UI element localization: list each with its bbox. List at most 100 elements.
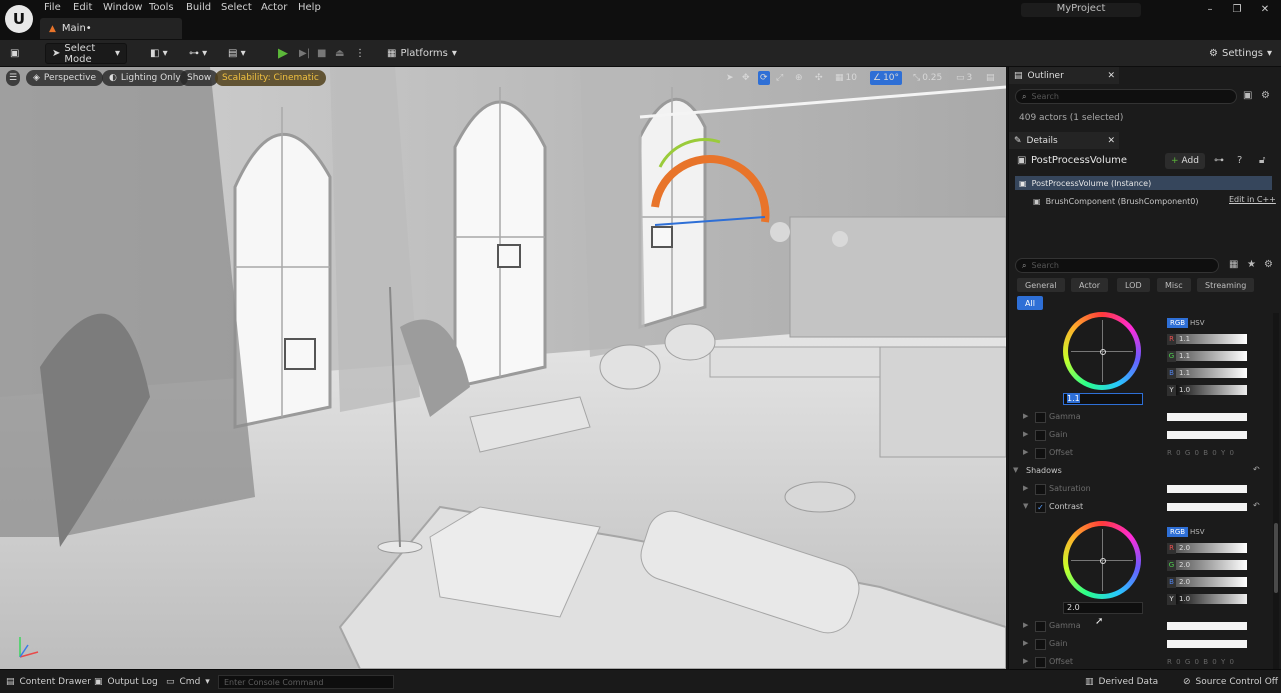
minimize-icon[interactable]: – bbox=[1203, 4, 1217, 16]
property-row-offset[interactable]: ▶ Offset R 0 G 0 B 0 Y 0 bbox=[1009, 654, 1269, 669]
tab-main[interactable]: ▲ Main• bbox=[40, 18, 182, 39]
property-row-gamma[interactable]: ▶ Gamma bbox=[1009, 409, 1269, 426]
override-checkbox[interactable] bbox=[1035, 657, 1046, 668]
color-value-input[interactable]: 1.1 bbox=[1063, 393, 1143, 405]
level-viewport[interactable]: ☰ ◈ Perspective ◐ Lighting Only Show Sca… bbox=[0, 67, 1006, 669]
output-log-button[interactable]: ▣ Output Log bbox=[94, 675, 158, 689]
outliner-search-input[interactable]: ⌕ Search bbox=[1015, 89, 1237, 104]
menu-select[interactable]: Select bbox=[221, 2, 252, 16]
channel-r[interactable]: R 2.0 bbox=[1167, 542, 1247, 554]
property-row-offset[interactable]: ▶ Offset R 0 G 0 B 0 Y 0 bbox=[1009, 445, 1269, 462]
menu-window[interactable]: Window bbox=[103, 2, 142, 16]
channel-y[interactable]: Y 1.0 bbox=[1167, 384, 1247, 396]
surface-snap-icon[interactable]: ✣ bbox=[815, 71, 823, 85]
source-control-button[interactable]: ⊘ Source Control Off bbox=[1183, 675, 1278, 689]
color-swatch[interactable] bbox=[1167, 622, 1247, 630]
channel-g[interactable]: G 2.0 bbox=[1167, 559, 1247, 571]
folder-icon[interactable]: ▣ bbox=[1243, 90, 1252, 101]
tab-streaming[interactable]: Streaming bbox=[1197, 278, 1255, 292]
rgb-mode-toggle[interactable]: RGB bbox=[1167, 527, 1189, 537]
scalability-badge[interactable]: Scalability: Cinematic bbox=[215, 70, 326, 86]
save-icon[interactable]: ▣ bbox=[4, 43, 25, 64]
blueprint-icon[interactable]: ⊶ bbox=[1214, 155, 1224, 166]
color-wheel[interactable] bbox=[1063, 521, 1141, 599]
camera-speed-button[interactable]: ▭ 3 bbox=[956, 71, 972, 85]
lock-icon[interactable]: 🔓︎ bbox=[1259, 155, 1265, 166]
color-swatch[interactable] bbox=[1167, 485, 1247, 493]
hsv-mode-toggle[interactable]: HSV bbox=[1190, 319, 1205, 327]
gear-icon[interactable]: ⚙ bbox=[1261, 90, 1270, 101]
override-checkbox[interactable] bbox=[1035, 430, 1046, 441]
perspective-button[interactable]: ◈ Perspective bbox=[26, 70, 104, 86]
channel-b[interactable]: B 2.0 bbox=[1167, 576, 1247, 588]
viewport-menu-icon[interactable]: ☰ bbox=[6, 70, 20, 86]
details-scrollbar[interactable] bbox=[1273, 313, 1279, 669]
view-mode-button[interactable]: ◐ Lighting Only bbox=[102, 70, 188, 86]
expand-arrow-icon[interactable]: ▶ bbox=[1023, 448, 1028, 456]
channel-r[interactable]: R 1.1 bbox=[1167, 333, 1247, 345]
rotate-tool-icon[interactable]: ⟳ bbox=[758, 71, 770, 85]
tab-misc[interactable]: Misc bbox=[1157, 278, 1191, 292]
menu-build[interactable]: Build bbox=[186, 2, 211, 16]
scale-snap-button[interactable]: ⤡ 0.25 bbox=[913, 71, 942, 85]
details-search-input[interactable]: ⌕ Search bbox=[1015, 258, 1219, 273]
override-checkbox[interactable] bbox=[1035, 448, 1046, 459]
property-row-saturation[interactable]: ▶ Saturation bbox=[1009, 481, 1269, 498]
maximize-icon[interactable]: ❐ bbox=[1230, 4, 1244, 16]
reset-icon[interactable]: ↶ bbox=[1253, 501, 1260, 510]
tab-all[interactable]: All bbox=[1017, 296, 1043, 310]
color-swatch[interactable] bbox=[1167, 503, 1247, 511]
settings-button[interactable]: ⚙ Settings ▾ bbox=[1203, 43, 1278, 64]
override-checkbox[interactable] bbox=[1035, 621, 1046, 632]
gear-icon[interactable]: ⚙ bbox=[1264, 259, 1273, 270]
collapse-arrow-icon[interactable]: ▼ bbox=[1013, 466, 1018, 474]
tab-details[interactable]: ✎ Details ✕ bbox=[1009, 132, 1119, 149]
select-tool-icon[interactable]: ➤ bbox=[726, 71, 734, 85]
property-row-contrast[interactable]: ▼ ✓ Contrast ↶ bbox=[1009, 499, 1269, 516]
hsv-mode-toggle[interactable]: HSV bbox=[1190, 528, 1205, 536]
cmd-dropdown[interactable]: ▭ Cmd ▾ bbox=[166, 675, 210, 689]
menu-edit[interactable]: Edit bbox=[73, 2, 92, 16]
menu-help[interactable]: Help bbox=[298, 2, 321, 16]
show-button[interactable]: Show bbox=[180, 70, 219, 86]
add-content-icon[interactable]: ◧ ▾ bbox=[144, 43, 174, 64]
tab-outliner[interactable]: ▤ Outliner ✕ bbox=[1009, 67, 1119, 84]
close-icon[interactable]: ✕ bbox=[1107, 136, 1115, 146]
table-view-icon[interactable]: ▦ bbox=[1229, 259, 1238, 270]
add-component-button[interactable]: + Add bbox=[1165, 153, 1205, 169]
override-checkbox[interactable] bbox=[1035, 412, 1046, 423]
world-space-icon[interactable]: ⊕ bbox=[795, 71, 803, 85]
tab-lod[interactable]: LOD bbox=[1117, 278, 1150, 292]
expand-arrow-icon[interactable]: ▶ bbox=[1023, 639, 1028, 647]
derived-data-button[interactable]: ▥ Derived Data bbox=[1085, 675, 1158, 689]
expand-arrow-icon[interactable]: ▶ bbox=[1023, 412, 1028, 420]
collapse-arrow-icon[interactable]: ▼ bbox=[1023, 502, 1028, 510]
grid-snap-button[interactable]: ▦ 10 bbox=[835, 71, 857, 85]
property-row-gamma[interactable]: ▶ Gamma bbox=[1009, 618, 1269, 635]
tab-actor[interactable]: Actor bbox=[1071, 278, 1109, 292]
edit-cpp-link[interactable]: Edit in C++ bbox=[1229, 195, 1276, 204]
channel-y[interactable]: Y 1.0 bbox=[1167, 593, 1247, 605]
help-icon[interactable]: ? bbox=[1237, 155, 1242, 166]
eject-icon[interactable]: ⏏ bbox=[329, 43, 350, 64]
expand-arrow-icon[interactable]: ▶ bbox=[1023, 621, 1028, 629]
console-command-input[interactable]: Enter Console Command bbox=[218, 675, 394, 689]
star-icon[interactable]: ★ bbox=[1247, 259, 1256, 270]
channel-g[interactable]: G 1.1 bbox=[1167, 350, 1247, 362]
menu-tools[interactable]: Tools bbox=[149, 2, 174, 16]
viewport-layout-icon[interactable]: ▤ bbox=[986, 71, 995, 85]
color-swatch[interactable] bbox=[1167, 431, 1247, 439]
override-checkbox-checked[interactable]: ✓ bbox=[1035, 502, 1046, 513]
play-icon[interactable]: ▶ bbox=[272, 43, 294, 64]
menu-file[interactable]: File bbox=[44, 2, 61, 16]
content-drawer-button[interactable]: ▤ Content Drawer bbox=[6, 675, 91, 689]
rotation-snap-button[interactable]: ∠ 10° bbox=[870, 71, 903, 85]
select-mode-dropdown[interactable]: ➤ Select Mode ▾ bbox=[45, 43, 127, 65]
scale-tool-icon[interactable]: ⤢ bbox=[776, 71, 783, 85]
more-options-icon[interactable]: ⋮ bbox=[349, 43, 371, 64]
channel-b[interactable]: B 1.1 bbox=[1167, 367, 1247, 379]
blueprint-icon[interactable]: ⊶ ▾ bbox=[183, 43, 213, 64]
component-instance-row[interactable]: ▣ PostProcessVolume (Instance) bbox=[1015, 176, 1272, 190]
category-shadows[interactable]: ▼ Shadows ↶ bbox=[1009, 463, 1269, 480]
rgb-mode-toggle[interactable]: RGB bbox=[1167, 318, 1189, 328]
